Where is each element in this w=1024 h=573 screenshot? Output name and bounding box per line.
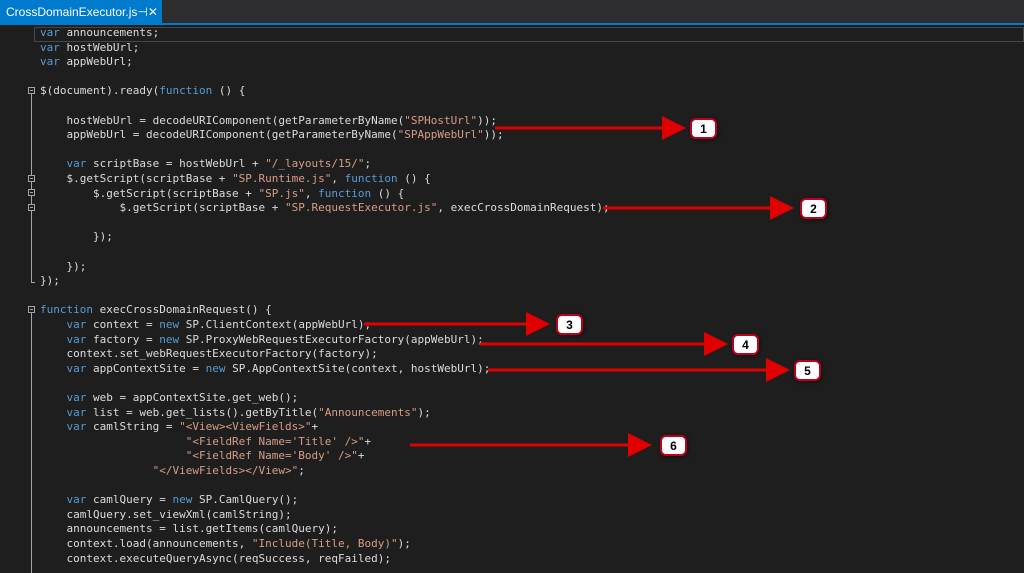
annotation-arrows	[364, 116, 794, 457]
callout-badge-6: 6	[660, 435, 687, 456]
callout-badge-3: 3	[556, 314, 583, 335]
callout-badge-4: 4	[732, 334, 759, 355]
callout-badge-1: 1	[690, 118, 717, 139]
callout-badge-2: 2	[800, 198, 827, 219]
callout-badge-5: 5	[794, 360, 821, 381]
